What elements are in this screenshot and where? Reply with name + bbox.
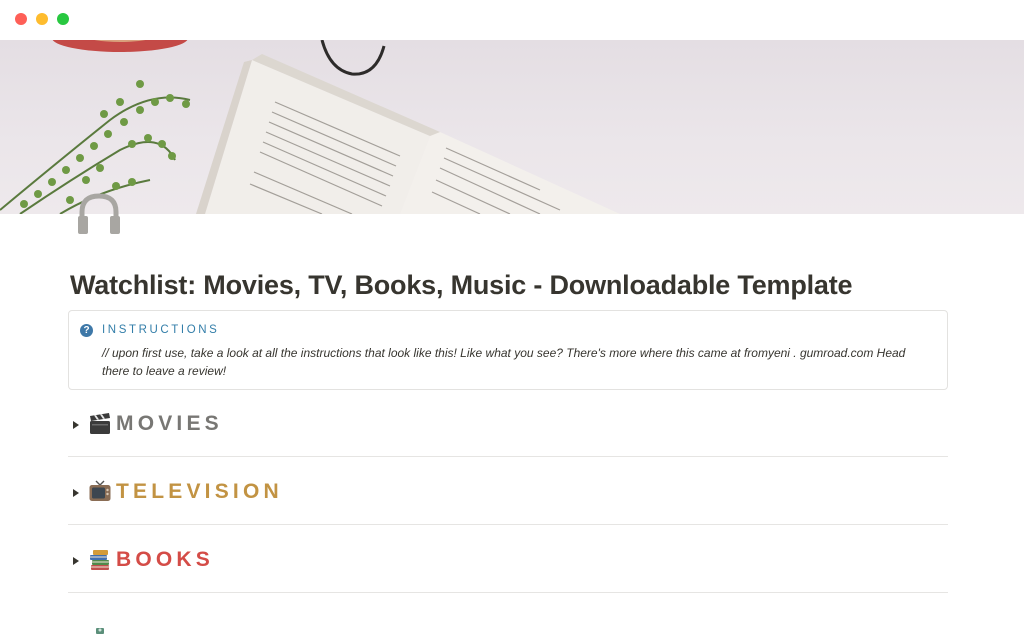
toggle-television[interactable]: TELEVISION <box>68 469 948 525</box>
toggle-arrow-icon[interactable] <box>73 421 79 429</box>
toggle-books[interactable]: BOOKS <box>68 537 948 593</box>
toggle-arrow-icon[interactable] <box>73 557 79 565</box>
page-cover-image[interactable] <box>0 40 1024 214</box>
toggle-label: TELEVISION <box>116 480 283 503</box>
books-icon <box>88 548 112 572</box>
zoom-window-button[interactable] <box>57 13 69 25</box>
television-icon <box>88 480 112 504</box>
page-title[interactable]: Watchlist: Movies, TV, Books, Music - Do… <box>70 267 970 303</box>
clapper-board-icon <box>88 412 112 436</box>
headphones-icon[interactable] <box>76 190 122 236</box>
callout-body: // upon first use, take a look at all th… <box>102 346 906 378</box>
toggle-arrow-icon[interactable] <box>73 489 79 497</box>
minimize-window-button[interactable] <box>36 13 48 25</box>
question-icon: ? <box>80 324 93 337</box>
toggle-label: MOVIES <box>116 412 223 435</box>
toggle-movies[interactable]: MOVIES <box>68 401 948 457</box>
instructions-callout[interactable]: ? INSTRUCTIONS // upon first use, take a… <box>68 310 948 390</box>
callout-heading: INSTRUCTIONS <box>102 324 220 336</box>
close-window-button[interactable] <box>15 13 27 25</box>
window-titlebar <box>0 0 1024 40</box>
toggle-label: BOOKS <box>116 548 215 571</box>
next-section-icon <box>88 627 112 640</box>
